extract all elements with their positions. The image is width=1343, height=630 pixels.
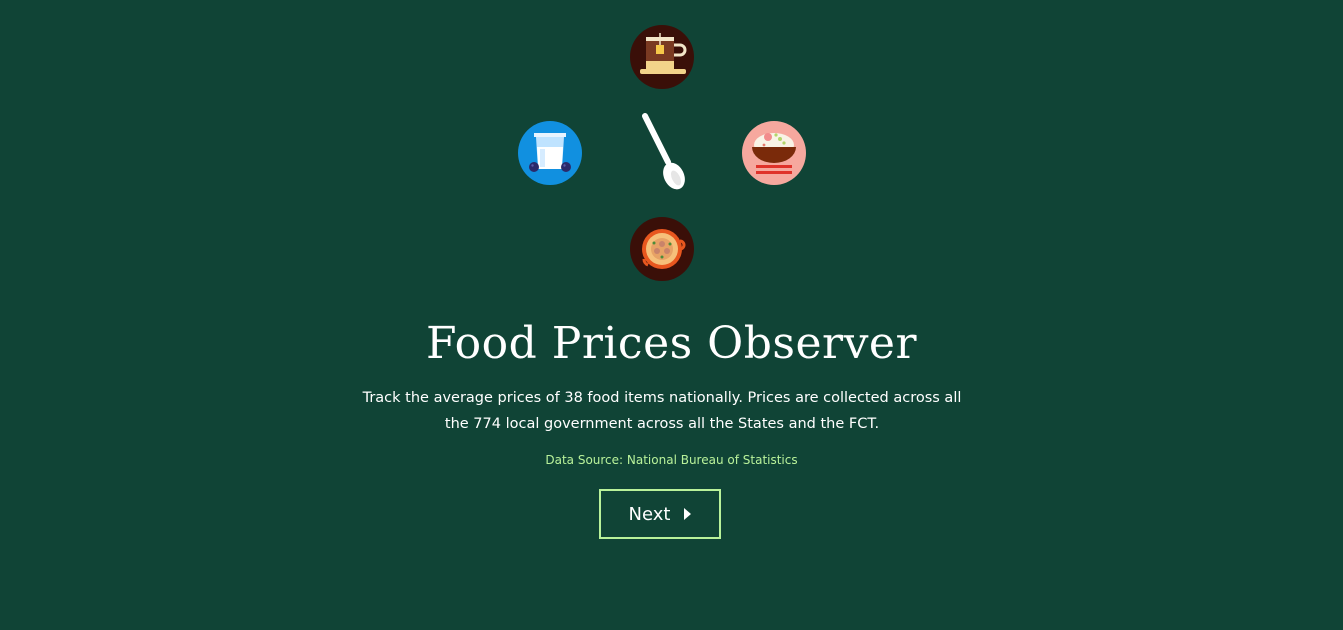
tea-cup-icon — [630, 25, 694, 89]
intro-description: Track the average prices of 38 food item… — [362, 390, 962, 432]
soup-pan-icon — [630, 217, 694, 281]
next-button[interactable]: Next — [599, 489, 721, 539]
page-title: Food Prices Observer — [425, 318, 918, 369]
spoon-icon — [636, 110, 688, 194]
data-source-note: Data Source: National Bureau of Statisti… — [545, 453, 798, 467]
next-button-label: Next — [628, 503, 671, 525]
landing-page: Food Prices Observer Track the average p… — [0, 0, 1343, 630]
caret-right-icon — [684, 508, 692, 520]
food-icon-cluster — [0, 0, 1343, 300]
milk-glass-icon — [518, 121, 582, 185]
rice-bowl-icon — [742, 121, 806, 185]
